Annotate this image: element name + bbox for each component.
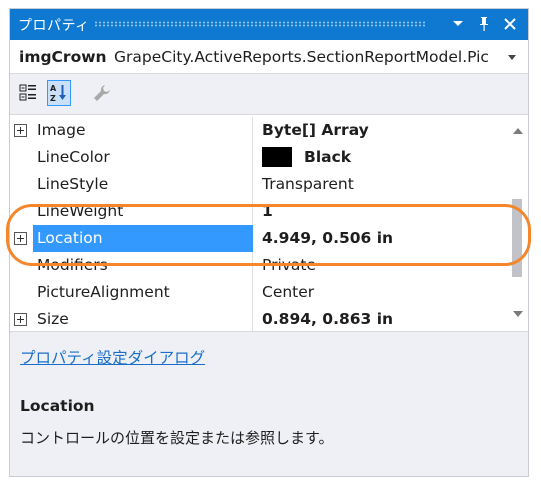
scroll-up-icon[interactable]	[513, 128, 523, 134]
svg-text:A: A	[50, 84, 57, 93]
scroll-thumb[interactable]	[512, 199, 522, 277]
row-margin	[10, 279, 33, 306]
scroll-down-icon[interactable]	[513, 311, 523, 317]
property-value[interactable]: 0.894, 0.863 in	[254, 306, 506, 331]
svg-text:Z: Z	[50, 94, 56, 103]
object-type: GrapeCity.ActiveReports.SectionReportMod…	[114, 48, 489, 66]
property-value[interactable]: Center	[254, 279, 506, 306]
object-name: imgCrown	[19, 48, 107, 66]
property-row[interactable]: LineStyle Transparent	[10, 171, 506, 198]
toolbar: A Z	[10, 74, 528, 113]
property-value: Black	[304, 148, 352, 166]
property-value[interactable]: Byte[] Array	[254, 117, 506, 144]
property-name: Image	[33, 117, 253, 144]
property-name: Size	[33, 306, 253, 331]
row-margin	[10, 306, 33, 331]
property-row[interactable]: Size 0.894, 0.863 in	[10, 306, 506, 331]
property-name: PictureAlignment	[33, 279, 253, 306]
dropdown-icon[interactable]	[447, 13, 469, 35]
property-dialog-link[interactable]: プロパティ設定ダイアログ	[20, 346, 205, 368]
pin-icon[interactable]	[473, 13, 495, 35]
property-value-container[interactable]: Black	[254, 144, 506, 171]
properties-window: プロパティ imgCrown GrapeCity.ActiveReports.S…	[9, 8, 529, 477]
expand-icon[interactable]	[14, 124, 27, 137]
property-row[interactable]: LineWeight 1	[10, 198, 506, 225]
row-margin	[10, 225, 33, 252]
row-margin	[10, 198, 33, 225]
alphabetical-icon: A Z	[50, 84, 66, 103]
property-row[interactable]: Image Byte[] Array	[10, 117, 506, 144]
property-name: LineStyle	[33, 171, 253, 198]
property-name: LineWeight	[33, 198, 253, 225]
title-bar[interactable]: プロパティ	[10, 9, 528, 40]
property-row-selected[interactable]: Location 4.949, 0.506 in	[10, 225, 506, 252]
color-swatch	[262, 147, 292, 167]
object-selector[interactable]: imgCrown GrapeCity.ActiveReports.Section…	[10, 40, 528, 74]
property-value[interactable]: Transparent	[254, 171, 506, 198]
property-row[interactable]: Modifiers Private	[10, 252, 506, 279]
property-value[interactable]: Private	[254, 252, 506, 279]
property-pages-button[interactable]	[90, 80, 114, 106]
wrench-icon	[94, 85, 110, 101]
window-title: プロパティ	[18, 18, 90, 34]
categorized-button[interactable]	[16, 80, 40, 106]
property-row[interactable]: PictureAlignment Center	[10, 279, 506, 306]
alphabetical-button[interactable]: A Z	[47, 80, 71, 106]
categorized-icon	[19, 84, 36, 101]
row-margin	[10, 252, 33, 279]
title-grip	[94, 21, 426, 27]
property-name: Modifiers	[33, 252, 253, 279]
close-icon[interactable]	[499, 13, 521, 35]
property-name: LineColor	[33, 144, 253, 171]
expand-icon[interactable]	[14, 232, 27, 245]
property-row[interactable]: LineColor Black	[10, 144, 506, 171]
property-name: Location	[33, 225, 253, 252]
expand-icon[interactable]	[14, 313, 27, 326]
row-margin	[10, 117, 33, 144]
chevron-down-icon[interactable]	[508, 55, 516, 60]
row-margin	[10, 171, 33, 198]
property-value[interactable]: 1	[254, 198, 506, 225]
description-text: コントロールの位置を設定または参照します。	[20, 429, 334, 447]
property-grid: Image Byte[] Array LineColor Black LineS…	[10, 114, 528, 332]
row-margin	[10, 144, 33, 171]
property-value[interactable]: 4.949, 0.506 in	[254, 225, 506, 252]
description-title: Location	[20, 397, 95, 415]
vertical-scrollbar[interactable]	[508, 115, 526, 331]
